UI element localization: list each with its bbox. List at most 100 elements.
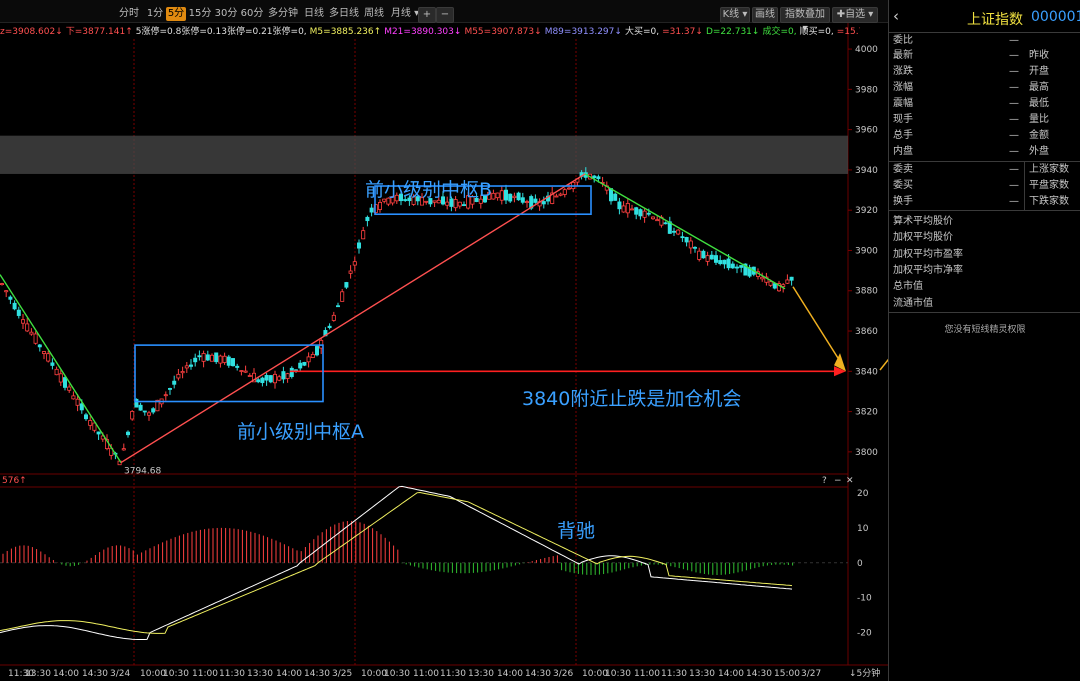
- panel-divider: [889, 210, 1080, 211]
- y-tick-label: 3920: [855, 206, 878, 216]
- period-tab[interactable]: 30分: [214, 7, 238, 21]
- candle-body: [491, 192, 496, 200]
- candle-body: [180, 371, 185, 374]
- candle-body: [340, 291, 345, 302]
- candle-body: [58, 373, 63, 383]
- period-tab[interactable]: 5分: [166, 7, 186, 21]
- quote-field-label: 金额: [1029, 130, 1049, 141]
- candle-body: [264, 374, 269, 381]
- quote-field-label: 换手: [893, 196, 913, 207]
- candle-body: [567, 187, 572, 190]
- quote-field-label: 流通市值: [893, 297, 933, 309]
- candle-body: [520, 197, 525, 203]
- macd-tick-label: -20: [857, 629, 872, 639]
- toolbar-button[interactable]: 指数叠加 ▾: [780, 7, 830, 34]
- candle-body: [512, 195, 517, 199]
- indicator-value: M89=3913.297↓: [544, 27, 622, 37]
- candle-body: [516, 192, 521, 201]
- candle-body: [172, 380, 177, 385]
- candle-body: [596, 176, 601, 180]
- zoom-in-button[interactable]: +: [418, 7, 436, 23]
- toolbar-button[interactable]: 画线: [752, 7, 778, 23]
- candle-body: [260, 377, 265, 384]
- candle-body: [503, 189, 508, 201]
- candle-body: [344, 282, 349, 288]
- candle-body: [634, 207, 639, 215]
- candle-body: [188, 364, 193, 367]
- y-tick-label: 3980: [855, 85, 878, 95]
- x-tick-label: 11:30: [219, 669, 245, 679]
- candle-body: [676, 229, 681, 235]
- x-tick-label: 13:30: [247, 669, 273, 679]
- quote-field-value: —: [1009, 164, 1019, 175]
- candle-body: [651, 216, 656, 220]
- candle-body: [613, 193, 618, 201]
- candle-body: [138, 404, 143, 411]
- candle-body: [621, 205, 626, 213]
- quote-panel: ‹ 上证指数 000001 委比 — 最新 — 昨收 涨跌 — 开盘 涨幅 — 最高 震幅 — 最低 现手 —…: [888, 0, 1080, 681]
- candle-body: [226, 356, 231, 366]
- y-tick-label: 3840: [855, 367, 878, 377]
- candle-body: [722, 259, 727, 265]
- period-tab[interactable]: 1分: [146, 7, 164, 21]
- y-tick-label: 4000: [855, 45, 878, 55]
- candle-body: [33, 333, 38, 344]
- y-tick-label: 3940: [855, 166, 878, 176]
- panel-divider: [889, 32, 1080, 33]
- period-tab[interactable]: 月线 ▾: [388, 7, 422, 21]
- candle-body: [499, 190, 504, 201]
- period-tab[interactable]: 多分钟: [266, 7, 300, 21]
- candle-body: [302, 361, 307, 366]
- candle-body: [222, 355, 227, 363]
- candle-body: [79, 403, 84, 411]
- macd-tick-label: 0: [857, 559, 863, 569]
- quote-field-label: 委比: [893, 35, 913, 46]
- period-tab[interactable]: 60分: [240, 7, 264, 21]
- back-icon[interactable]: ‹: [893, 8, 905, 24]
- candle-body: [88, 420, 93, 426]
- candle-body: [680, 236, 685, 239]
- x-tick-label: 14:30: [746, 669, 772, 679]
- toolbar-button[interactable]: K线 ▾: [720, 7, 750, 23]
- y-tick-label: 3820: [855, 408, 878, 418]
- period-tab[interactable]: 多日线: [328, 7, 360, 21]
- indicator-value: M21=3890.303↓: [384, 27, 462, 37]
- x-tick-label: 13:30: [25, 669, 51, 679]
- candle-body: [167, 388, 172, 390]
- quote-field-label: 量比: [1029, 114, 1049, 125]
- toolbar-button[interactable]: ✚自选 ▾: [832, 7, 878, 23]
- y-tick-label: 3860: [855, 327, 878, 337]
- candle-body: [424, 200, 429, 203]
- macd-control[interactable]: ?: [822, 476, 827, 486]
- support-label: 3840附近止跌是加仓机会: [522, 388, 741, 410]
- quote-field-label: 昨收: [1029, 50, 1049, 61]
- y-tick-label: 3880: [855, 287, 878, 297]
- quote-field-value: —: [1009, 35, 1019, 46]
- chart-area[interactable]: 4000 3980 3960 3940 3920 3900 3880 3860 3840 3820…: [0, 0, 888, 681]
- candle-body: [8, 296, 13, 300]
- indicator-value: M5=3885.236↑: [309, 27, 382, 37]
- stock-name: 上证指数: [967, 12, 1023, 28]
- candle-body: [726, 258, 731, 269]
- zoom-out-button[interactable]: −: [436, 7, 454, 23]
- candle-body: [495, 192, 500, 199]
- quote-field-label: 加权平均股价: [893, 232, 953, 244]
- candle-body: [146, 412, 151, 416]
- period-tab[interactable]: 周线: [362, 7, 386, 21]
- period-tab[interactable]: 日线: [302, 7, 326, 21]
- candle-body: [718, 260, 723, 265]
- period-indicator[interactable]: ↓5分钟: [849, 667, 880, 679]
- candle-body: [461, 204, 466, 206]
- candle-body: [121, 448, 126, 451]
- macd-control[interactable]: ✕: [846, 476, 854, 486]
- indicator-value: M55=3907.873↓: [464, 27, 542, 37]
- period-tab[interactable]: 15分: [188, 7, 212, 21]
- x-tick-label: 14:00: [497, 669, 523, 679]
- x-tick-label: 14:00: [276, 669, 302, 679]
- macd-control[interactable]: −: [834, 476, 842, 486]
- period-tab[interactable]: 分时: [114, 7, 144, 21]
- indicator-value: D=22.731↓: [705, 27, 760, 37]
- candle-body: [42, 351, 47, 354]
- candle-body: [592, 175, 597, 179]
- candle-body: [785, 279, 790, 284]
